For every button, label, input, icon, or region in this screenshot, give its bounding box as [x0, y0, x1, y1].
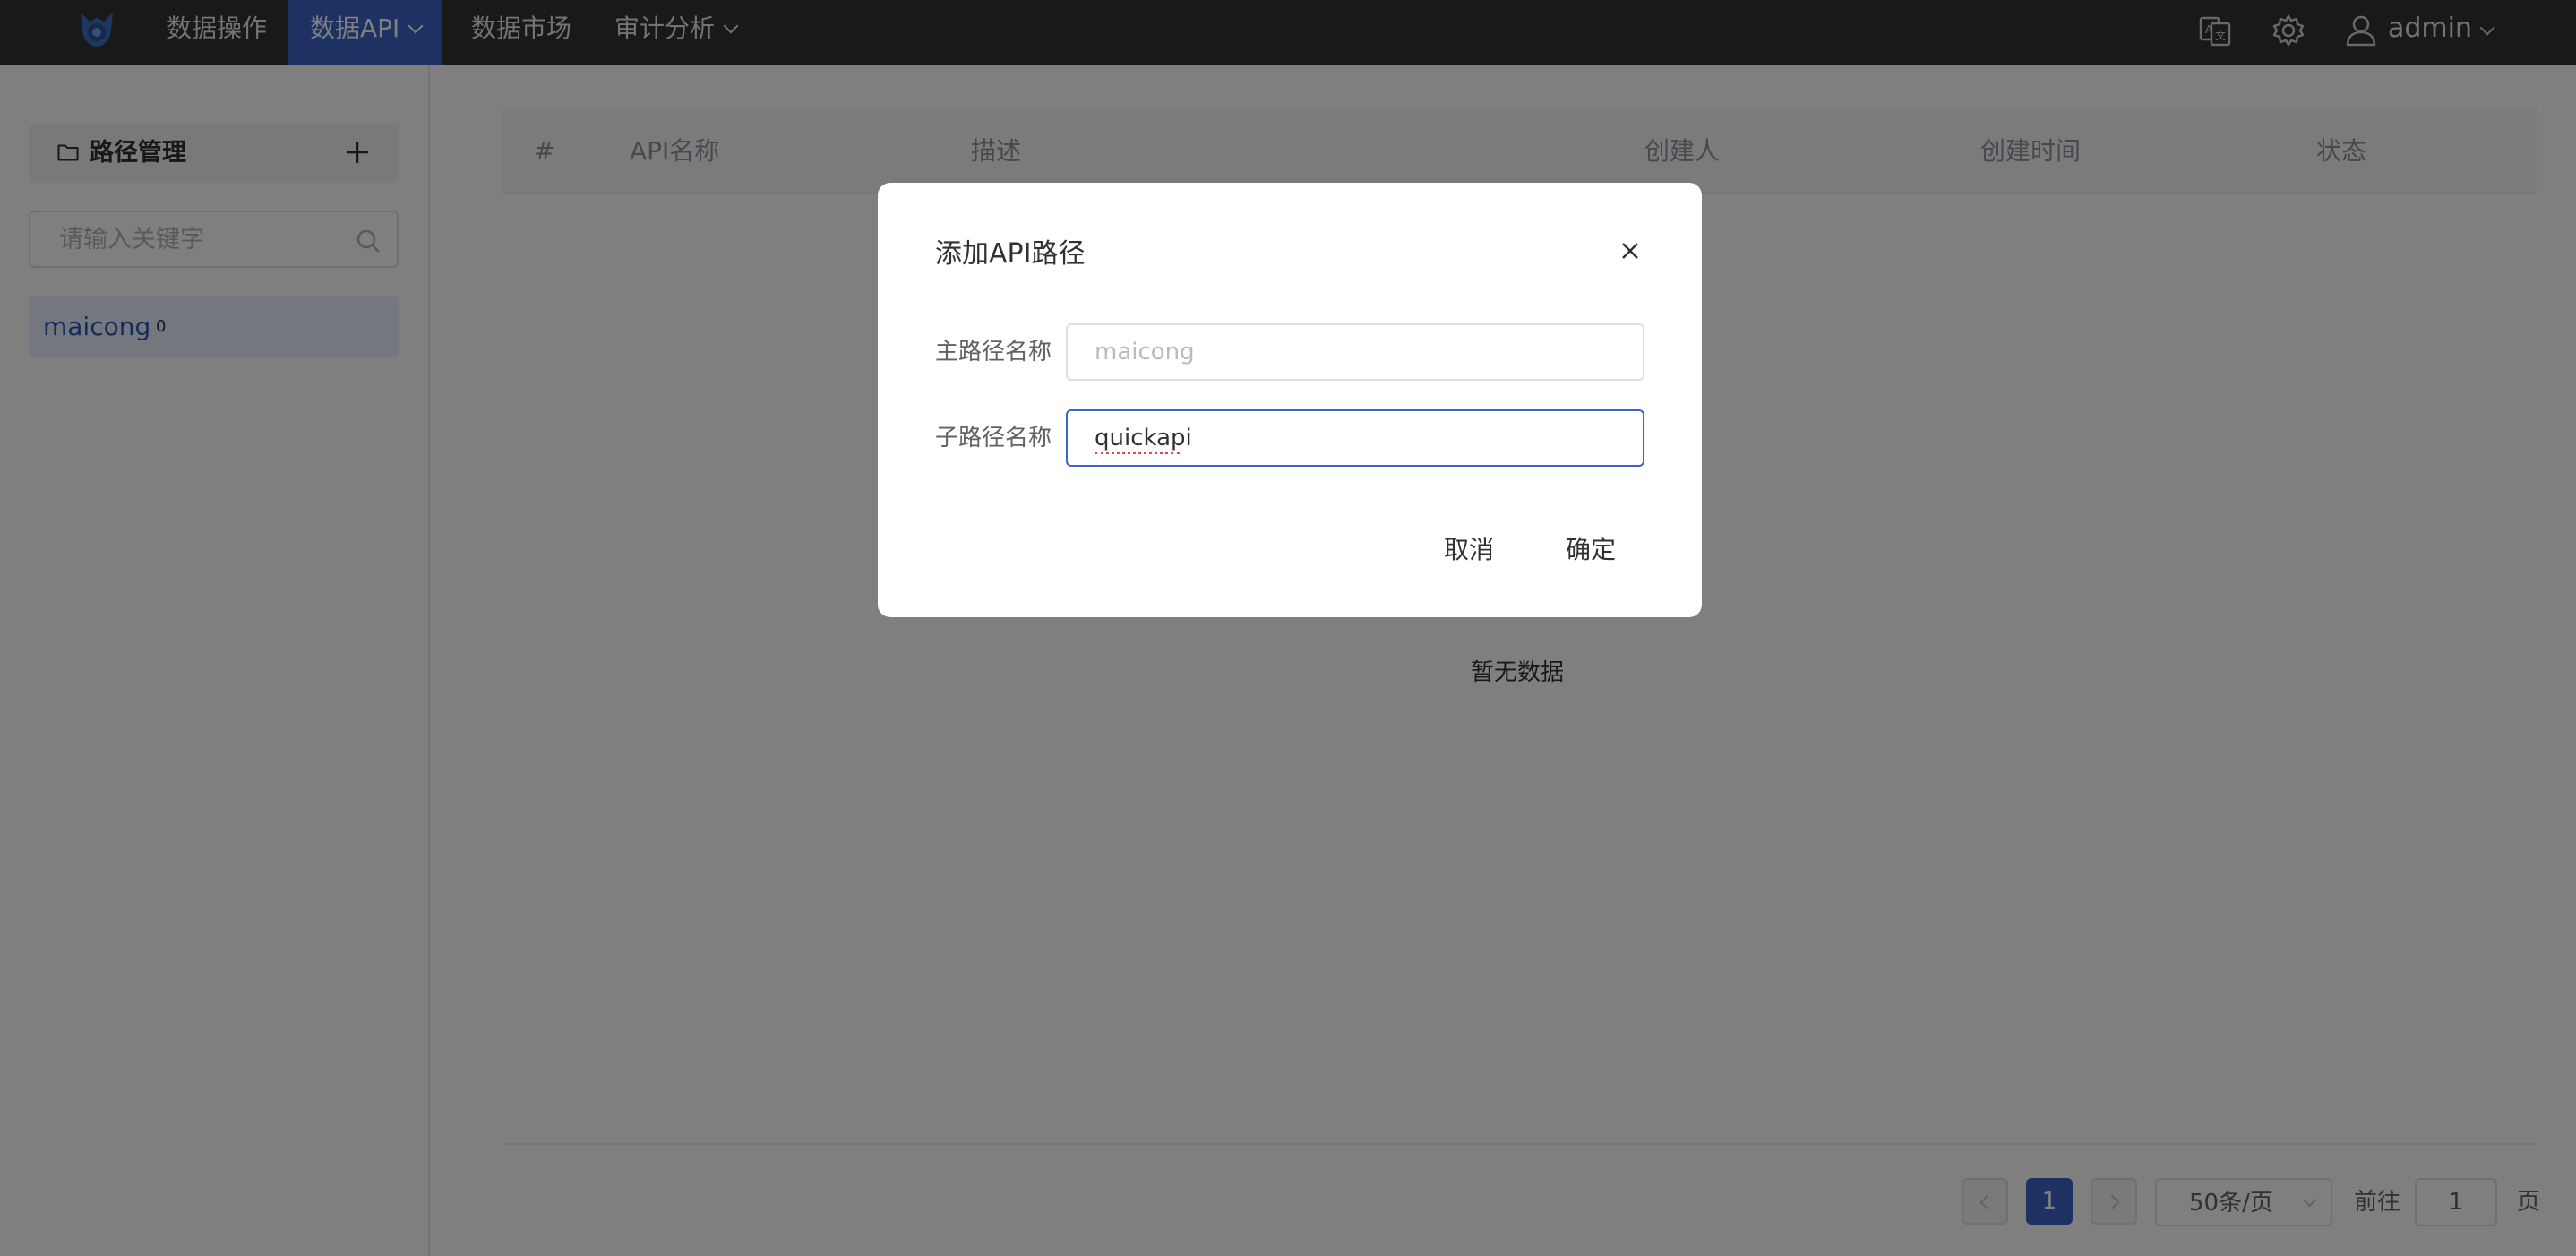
spellcheck-underline — [1095, 451, 1180, 454]
dialog-title: 添加API路径 — [935, 238, 1086, 270]
main-path-field — [1066, 323, 1644, 381]
main-path-label: 主路径名称 — [935, 339, 1052, 366]
sub-path-field — [1066, 409, 1644, 467]
sub-path-label: 子路径名称 — [935, 425, 1052, 452]
main-path-input[interactable] — [1068, 325, 1643, 379]
cancel-button[interactable]: 取消 — [1444, 532, 1494, 568]
confirm-button[interactable]: 确定 — [1566, 532, 1616, 568]
sub-path-input[interactable] — [1068, 411, 1643, 465]
close-icon[interactable] — [1616, 237, 1644, 265]
add-api-path-dialog: 添加API路径 主路径名称 子路径名称 取消 确定 — [878, 183, 1702, 617]
